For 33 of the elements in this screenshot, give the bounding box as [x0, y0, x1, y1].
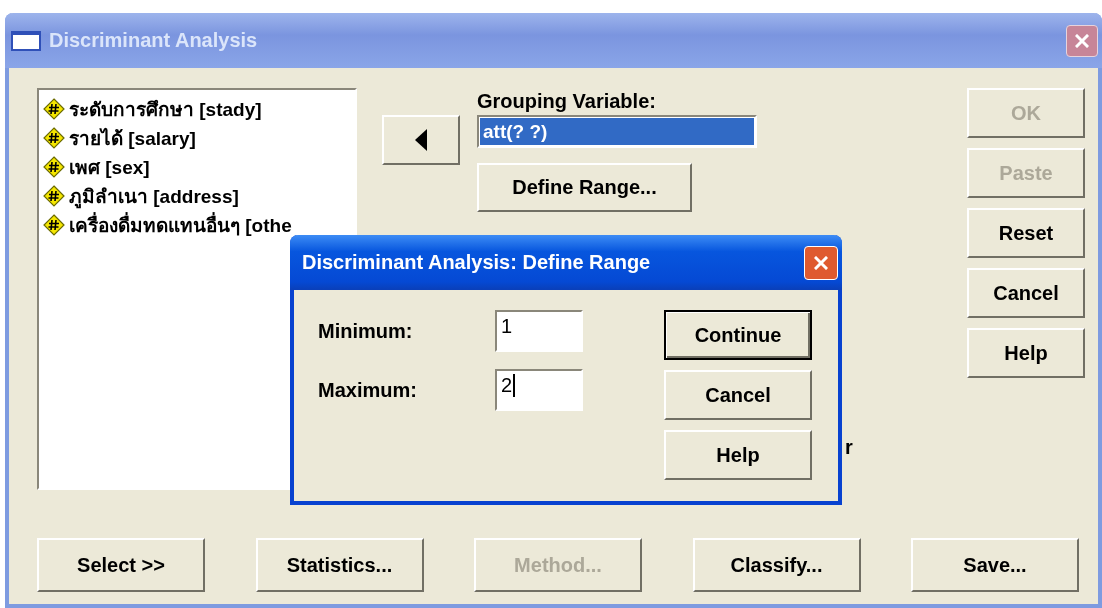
- dialog-button[interactable]: Save...: [911, 538, 1079, 592]
- move-variable-button[interactable]: [382, 115, 460, 165]
- dialog-button[interactable]: Cancel: [967, 268, 1085, 318]
- numeric-variable-icon: [43, 213, 65, 236]
- window-title: Discriminant Analysis: [49, 29, 259, 52]
- define-range-button[interactable]: Define Range...: [477, 163, 692, 212]
- dialog-button[interactable]: Statistics...: [255, 538, 424, 592]
- dialog-button[interactable]: Help: [967, 328, 1085, 378]
- dialog-button[interactable]: Continue: [664, 310, 812, 360]
- left-triangle-icon: [415, 129, 427, 151]
- variable-item[interactable]: เพศ [sex]: [69, 151, 150, 182]
- grouping-variable-label: Grouping Variable:: [477, 90, 657, 113]
- numeric-variable-icon: [43, 184, 65, 207]
- dialog-button[interactable]: Classify...: [692, 538, 861, 592]
- variable-item[interactable]: รายได้ [salary]: [69, 122, 196, 153]
- window-icon: [11, 30, 41, 51]
- dialog-button[interactable]: Reset: [967, 208, 1085, 258]
- close-icon: [1075, 33, 1089, 48]
- numeric-variable-icon: [43, 97, 65, 120]
- close-button[interactable]: [1066, 24, 1098, 57]
- numeric-variable-icon: [43, 155, 65, 178]
- close-icon: [814, 255, 828, 270]
- dialog-button[interactable]: Help: [664, 430, 812, 480]
- range-input-field[interactable]: 2: [495, 369, 583, 411]
- dialog-button[interactable]: Cancel: [664, 370, 812, 420]
- numeric-variable-icon: [43, 126, 65, 149]
- variable-item[interactable]: ระดับการศึกษา [stady]: [69, 93, 262, 124]
- range-input-field[interactable]: 1: [495, 310, 583, 352]
- dialog-button[interactable]: Select >>: [37, 538, 205, 592]
- variable-item[interactable]: เครื่องดื่มทดแทนอื่นๆ [othe: [69, 209, 292, 240]
- grouping-variable-field[interactable]: att(? ?): [477, 115, 757, 148]
- label-fragment: r: [845, 436, 853, 459]
- variable-item[interactable]: ภูมิลำเนา [address]: [69, 180, 239, 211]
